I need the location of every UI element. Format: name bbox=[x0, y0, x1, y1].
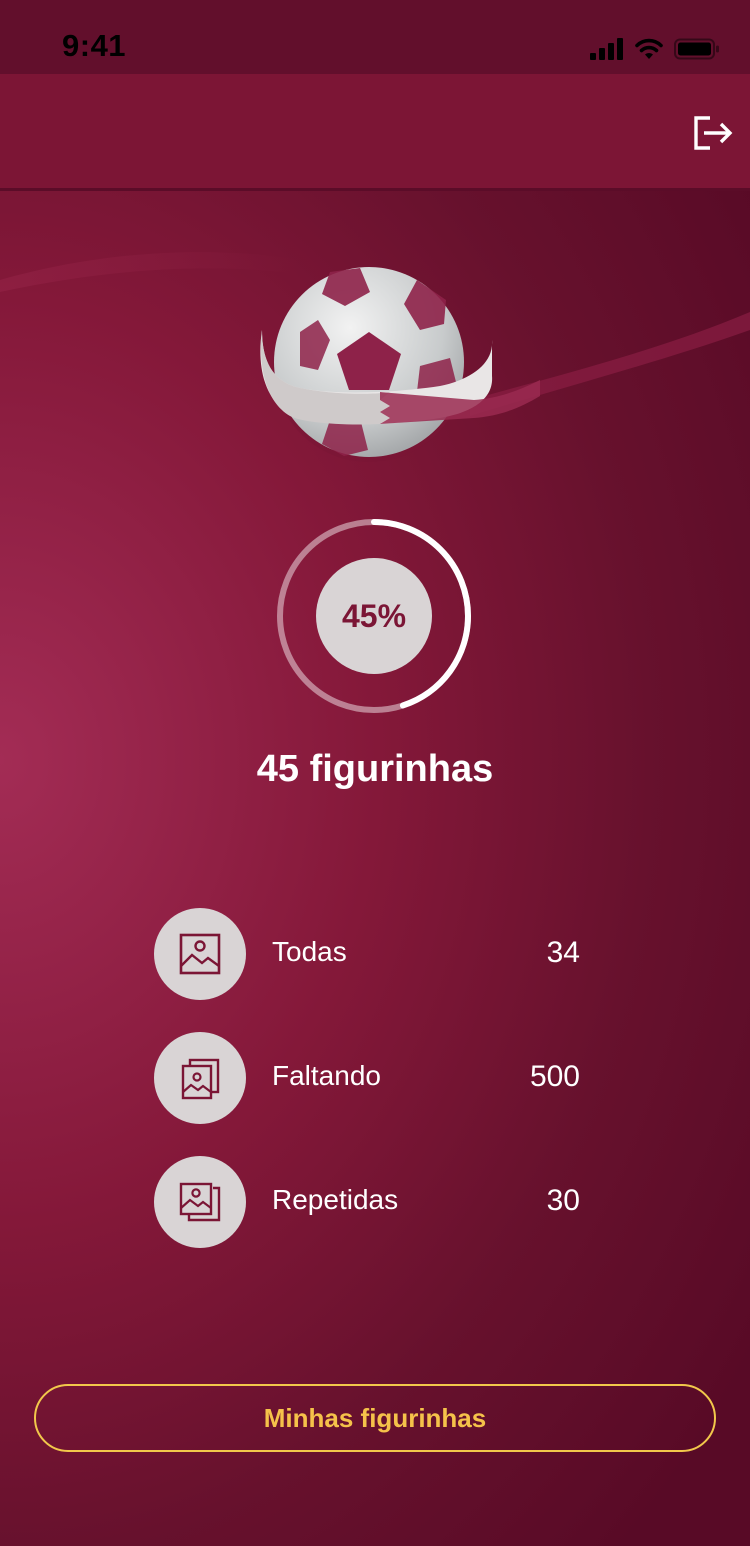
stat-value: 30 bbox=[546, 1184, 580, 1217]
stat-row-faltando[interactable]: Faltando 500 bbox=[154, 1032, 584, 1124]
stat-icon-circle bbox=[154, 1032, 246, 1124]
stat-icon-circle bbox=[154, 908, 246, 1000]
image-icon bbox=[179, 933, 221, 975]
stat-label: Repetidas bbox=[272, 1184, 399, 1215]
status-icons bbox=[590, 36, 720, 62]
stat-row-todas[interactable]: Todas 34 bbox=[154, 908, 584, 1000]
hero-soccer-ball bbox=[0, 240, 750, 480]
logout-button[interactable] bbox=[690, 110, 736, 156]
stat-value: 500 bbox=[529, 1060, 580, 1093]
status-time: 9:41 bbox=[62, 28, 127, 63]
progress-center: 45% bbox=[316, 558, 432, 674]
progress-percent: 45% bbox=[341, 597, 407, 634]
image-stack-icon bbox=[181, 1058, 220, 1100]
stat-label: Todas bbox=[272, 936, 347, 967]
stat-value: 34 bbox=[546, 936, 580, 969]
stat-row-repetidas[interactable]: Repetidas 30 bbox=[154, 1156, 584, 1248]
stat-label: Faltando bbox=[272, 1060, 381, 1091]
image-duplicate-icon bbox=[179, 1182, 221, 1222]
my-stickers-button[interactable]: Minhas figurinhas bbox=[34, 1384, 716, 1452]
soccer-ball-icon bbox=[0, 252, 750, 462]
stat-icon-circle bbox=[154, 1156, 246, 1248]
status-bar: 9:41 bbox=[0, 0, 750, 74]
signal-icon bbox=[590, 38, 623, 60]
progress-ring: 45% bbox=[274, 516, 474, 716]
logout-icon bbox=[694, 116, 733, 150]
wifi-icon bbox=[635, 38, 663, 59]
battery-icon bbox=[674, 38, 719, 60]
app-header bbox=[0, 74, 750, 191]
sticker-count: 45 figurinhas bbox=[256, 748, 494, 790]
